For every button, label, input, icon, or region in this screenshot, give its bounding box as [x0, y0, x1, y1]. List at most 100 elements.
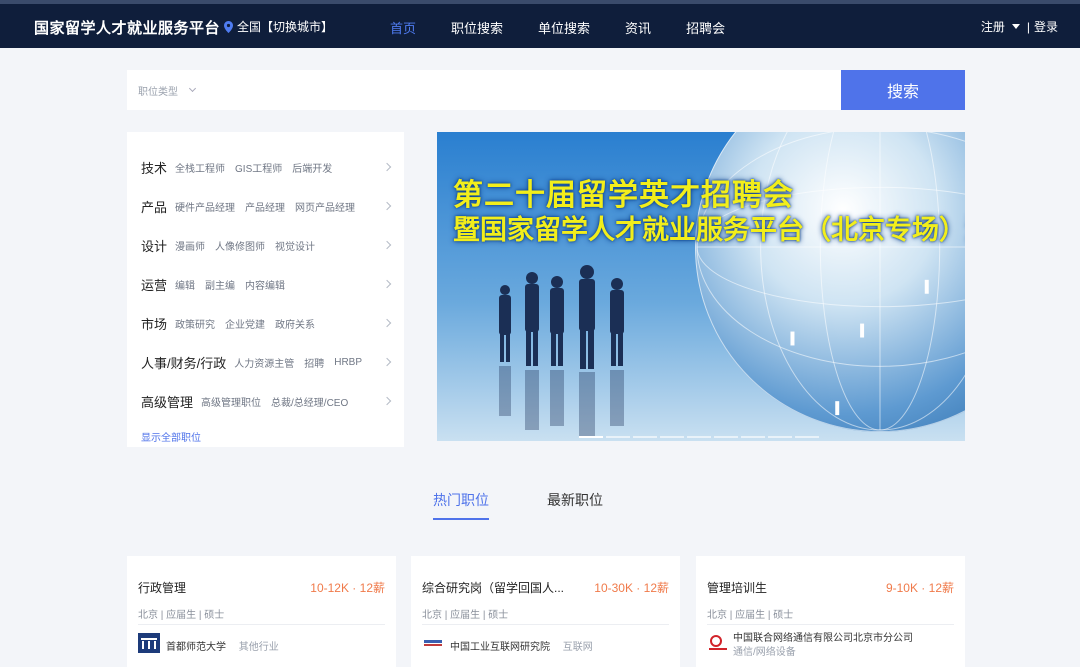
category-sub-link[interactable]: 政策研究	[175, 316, 215, 331]
job-tabs: 热门职位 最新职位	[433, 490, 603, 520]
category-sub-link[interactable]: 产品经理	[245, 199, 285, 214]
company-name: 中国工业互联网研究院	[450, 642, 550, 653]
carousel-dot[interactable]	[660, 436, 684, 438]
category-sub-link[interactable]: 编辑	[175, 277, 195, 292]
company-info[interactable]: 中国联合网络通信有限公司北京市分公司 通信/网络设备	[733, 632, 913, 660]
carousel-dot[interactable]	[714, 436, 738, 438]
job-title: 综合研究岗（留学回国人...	[422, 581, 565, 595]
job-salary: 9-10K · 12薪	[885, 581, 954, 595]
nav-job-search[interactable]: 职位搜索	[451, 18, 503, 37]
nav-news[interactable]: 资讯	[625, 18, 651, 37]
category-row-product[interactable]: 产品 硬件产品经理 产品经理 网页产品经理	[127, 187, 404, 226]
category-sub-link[interactable]: 政府关系	[275, 316, 315, 331]
job-type-dropdown[interactable]: 职位类型	[127, 70, 217, 110]
chevron-right-icon	[382, 396, 392, 406]
nav-job-fair[interactable]: 招聘会	[686, 18, 725, 37]
category-sub-link[interactable]: 高级管理职位	[201, 394, 261, 409]
company-name: 首都师范大学	[166, 642, 226, 653]
chevron-right-icon	[382, 162, 392, 172]
company-industry: 其他行业	[238, 642, 279, 653]
category-sub-link[interactable]: 人力资源主管	[234, 355, 294, 370]
card-divider	[707, 624, 954, 625]
register-link[interactable]: 注册	[981, 18, 1005, 35]
auth-links: 注册 | 登录	[981, 18, 1058, 35]
category-row-hr-finance[interactable]: 人事/财务/行政 人力资源主管 招聘 HRBP	[127, 343, 404, 382]
category-title: 设计	[141, 239, 168, 254]
tab-latest-jobs[interactable]: 最新职位	[547, 490, 603, 520]
search-bar: 职位类型 搜索	[127, 70, 965, 110]
category-title: 市场	[141, 317, 168, 332]
category-sub-link[interactable]: GIS工程师	[235, 160, 282, 175]
chevron-right-icon	[382, 318, 392, 328]
category-row-management[interactable]: 高级管理 高级管理职位 总裁/总经理/CEO	[127, 382, 404, 421]
company-industry: 通信/网络设备	[733, 647, 796, 658]
category-title: 产品	[141, 200, 168, 215]
job-category-panel: 技术 全栈工程师 GIS工程师 后端开发 产品 硬件产品经理 产品经理 网页产品…	[127, 132, 404, 447]
banner-carousel[interactable]: 第二十届留学英才招聘会 暨国家留学人才就业服务平台（北京专场）活动	[437, 132, 965, 441]
company-info[interactable]: 首都师范大学 其他行业	[166, 638, 279, 653]
category-sub-link[interactable]: 招聘	[304, 355, 324, 370]
login-link[interactable]: 登录	[1034, 18, 1058, 35]
category-row-design[interactable]: 设计 漫画师 人像修图师 视觉设计	[127, 226, 404, 265]
carousel-dot[interactable]	[633, 436, 657, 438]
company-logo-icon	[138, 633, 160, 653]
nav-home[interactable]: 首页	[390, 18, 416, 37]
carousel-dot[interactable]	[606, 436, 630, 438]
carousel-dot[interactable]	[579, 436, 603, 438]
card-divider	[138, 624, 385, 625]
job-card[interactable]: 行政管理 10-12K · 12薪 北京 | 应届生 | 硕士 首都师范大学 其…	[127, 556, 396, 667]
site-logo[interactable]: 国家留学人才就业服务平台	[34, 17, 220, 38]
category-row-marketing[interactable]: 市场 政策研究 企业党建 政府关系	[127, 304, 404, 343]
job-title: 行政管理	[138, 581, 187, 595]
city-switcher[interactable]: 全国【切换城市】	[224, 18, 333, 35]
job-meta: 北京 | 应届生 | 硕士	[707, 610, 794, 621]
category-sub-link[interactable]: 硬件产品经理	[175, 199, 235, 214]
category-title: 高级管理	[141, 395, 194, 410]
company-info[interactable]: 中国工业互联网研究院 互联网	[450, 638, 593, 653]
location-pin-icon	[224, 20, 233, 33]
category-sub-link[interactable]: 全栈工程师	[175, 160, 225, 175]
category-sub-link[interactable]: HRBP	[334, 357, 362, 368]
company-industry: 互联网	[562, 642, 593, 653]
carousel-dot[interactable]	[795, 436, 819, 438]
auth-divider: |	[1026, 19, 1030, 34]
carousel-dot[interactable]	[741, 436, 765, 438]
chevron-right-icon	[382, 357, 392, 367]
job-card[interactable]: 综合研究岗（留学回国人... 10-30K · 12薪 北京 | 应届生 | 硕…	[411, 556, 680, 667]
category-sub-link[interactable]: 内容编辑	[245, 277, 285, 292]
people-silhouettes-graphic	[499, 265, 624, 437]
company-name: 中国联合网络通信有限公司北京市分公司	[733, 633, 913, 644]
category-sub-link[interactable]: 企业党建	[225, 316, 265, 331]
carousel-indicators	[579, 436, 819, 438]
nav-company-search[interactable]: 单位搜索	[538, 18, 590, 37]
carousel-dot[interactable]	[687, 436, 711, 438]
job-card[interactable]: 管理培训生 9-10K · 12薪 北京 | 应届生 | 硕士 中国联合网络通信…	[696, 556, 965, 667]
company-logo-icon	[709, 635, 727, 650]
category-sub-link[interactable]: 总裁/总经理/CEO	[271, 394, 348, 409]
caret-down-icon[interactable]	[1011, 24, 1020, 29]
chevron-down-icon	[188, 84, 197, 93]
show-all-jobs-link[interactable]: 显示全部职位	[141, 429, 201, 444]
category-row-tech[interactable]: 技术 全栈工程师 GIS工程师 后端开发	[127, 148, 404, 187]
category-sub-link[interactable]: 人像修图师	[215, 238, 265, 253]
category-sub-link[interactable]: 视觉设计	[275, 238, 315, 253]
category-title: 人事/财务/行政	[141, 356, 227, 371]
job-meta: 北京 | 应届生 | 硕士	[422, 610, 509, 621]
job-type-label: 职位类型	[138, 86, 178, 98]
chevron-right-icon	[382, 240, 392, 250]
tab-hot-jobs[interactable]: 热门职位	[433, 490, 489, 520]
chevron-right-icon	[382, 201, 392, 211]
category-row-operations[interactable]: 运营 编辑 副主编 内容编辑	[127, 265, 404, 304]
banner-title-line2: 暨国家留学人才就业服务平台（北京专场）活动	[453, 215, 965, 245]
job-meta: 北京 | 应届生 | 硕士	[138, 610, 225, 621]
carousel-dot[interactable]	[768, 436, 792, 438]
category-sub-link[interactable]: 网页产品经理	[295, 199, 355, 214]
search-button[interactable]: 搜索	[841, 70, 965, 110]
category-sub-link[interactable]: 漫画师	[175, 238, 205, 253]
job-salary: 10-30K · 12薪	[594, 581, 669, 595]
category-sub-link[interactable]: 副主编	[205, 277, 235, 292]
top-nav-bar: 国家留学人才就业服务平台 全国【切换城市】 首页 职位搜索 单位搜索 资讯 招聘…	[0, 0, 1080, 48]
city-label: 全国【切换城市】	[237, 20, 334, 34]
card-divider	[422, 624, 669, 625]
category-sub-link[interactable]: 后端开发	[292, 160, 332, 175]
